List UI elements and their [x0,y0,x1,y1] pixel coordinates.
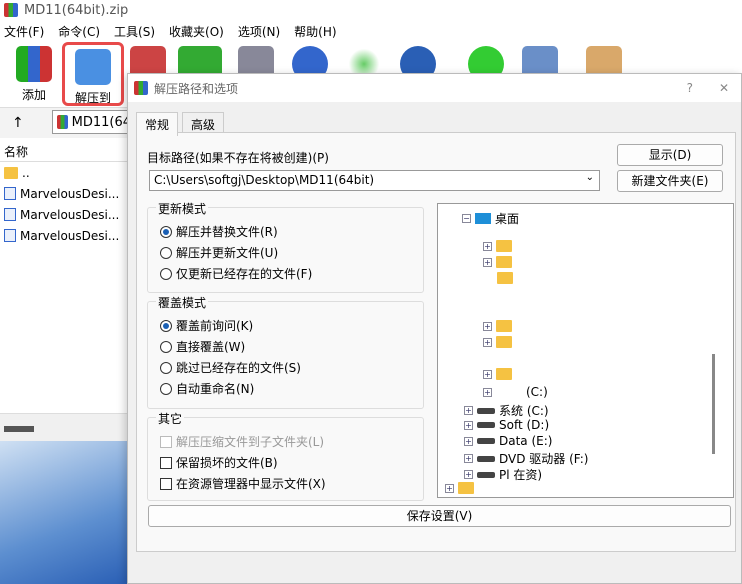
misc-group: 其它 解压压缩文件到子文件夹(L) 保留损坏的文件(B) 在资源管理器中显示文件… [147,410,424,501]
tab-advanced[interactable]: 高级 [182,112,225,134]
path-value: C:\Users\softgj\Desktop\MD11(64bit) [154,173,375,187]
tree-node-desktop[interactable]: − 桌面 [462,210,519,227]
status-bar [0,413,128,441]
drive-icon [477,438,495,444]
tree-folder-root[interactable]: + [445,482,474,494]
dialog-title-bar: 解压路径和选项 ? ✕ [128,74,741,102]
tree-node-partial[interactable]: + (C:) [483,385,548,399]
menu-tools[interactable]: 工具(S) [114,23,155,40]
close-button[interactable]: ✕ [719,81,729,95]
menu-bar: 文件(F) 命令(C) 工具(S) 收藏夹(O) 选项(N) 帮助(H) [0,20,742,42]
overwrite-mode-label: 覆盖模式 [156,294,209,311]
menu-help[interactable]: 帮助(H) [294,23,336,40]
show-button[interactable]: 显示(D) [617,144,723,166]
tree-drive-c[interactable]: + 系统 (C:) [464,402,549,419]
radio-skip[interactable]: 跳过已经存在的文件(S) [160,359,301,376]
radio-rename[interactable]: 自动重命名(N) [160,380,254,397]
item-name: MarvelousDesi... [20,228,120,243]
folder-icon [75,49,111,85]
tree-folder[interactable]: + [483,368,512,380]
address-field[interactable]: MD11(64 [52,110,132,134]
list-item[interactable]: MarvelousDesi... [0,225,128,246]
archive-icon [57,115,68,129]
list-item[interactable]: MarvelousDesi... [0,204,128,225]
overwrite-mode-group: 覆盖模式 覆盖前询问(K) 直接覆盖(W) 跳过已经存在的文件(S) 自动重命名… [147,294,424,409]
menu-command[interactable]: 命令(C) [58,23,100,40]
address-path: MD11(64 [71,114,131,130]
title-bar: MD11(64bit).zip [0,0,742,20]
dialog-title: 解压路径和选项 [154,81,239,96]
file-icon [4,208,16,221]
folder-icon [496,256,512,268]
folder-icon [496,336,512,348]
file-icon [4,187,16,200]
path-input[interactable]: C:\Users\softgj\Desktop\MD11(64bit) ⌄ [149,170,600,191]
chevron-down-icon[interactable]: ⌄ [586,172,594,183]
checkbox-subfolder[interactable]: 解压压缩文件到子文件夹(L) [160,433,324,450]
folder-icon [458,482,474,494]
tree-folder[interactable]: + [483,256,512,268]
radio-fresh-only[interactable]: 仅更新已经存在的文件(F) [160,265,312,282]
drive-icon [477,471,495,478]
tab-general[interactable]: 常规 [136,112,179,136]
radio-overwrite[interactable]: 直接覆盖(W) [160,338,245,355]
folder-tree[interactable]: − 桌面 + + + + + + (C:) + 系统 (C:) + Soft (D:) … [437,203,734,498]
radio-update[interactable]: 解压并更新文件(U) [160,244,278,261]
list-item[interactable]: .. [0,162,128,183]
save-settings-button[interactable]: 保存设置(V) [148,505,731,527]
extract-to-button[interactable]: 解压到 [62,42,124,106]
extract-dialog: 解压路径和选项 ? ✕ 常规 高级 目标路径(如果不存在将被创建)(P) C:\… [127,73,742,584]
item-name: MarvelousDesi... [20,186,120,201]
add-label: 添加 [21,88,46,102]
menu-file[interactable]: 文件(F) [4,23,44,40]
path-label: 目标路径(如果不存在将被创建)(P) [147,151,329,165]
desktop-wallpaper [0,441,128,584]
misc-label: 其它 [156,410,185,427]
checkbox-show-explorer[interactable]: 在资源管理器中显示文件(X) [160,475,326,492]
tree-folder[interactable]: + [483,320,512,332]
tree-drive-f[interactable]: + DVD 驱动器 (F:) [464,450,589,467]
desktop-icon [475,213,491,224]
tree-drive-d[interactable]: + Soft (D:) [464,418,549,432]
menu-options[interactable]: 选项(N) [238,23,280,40]
tree-folder[interactable]: + [483,240,512,252]
column-name-header[interactable]: 名称 [0,138,128,162]
window-title: MD11(64bit).zip [24,2,129,18]
winrar-logo-icon [4,3,18,17]
drive-icon [477,407,495,414]
tree-drive-other[interactable]: + Pl 在资) [464,466,542,483]
list-item[interactable]: MarvelousDesi... [0,183,128,204]
folder-icon [496,240,512,252]
tree-folder[interactable] [497,272,513,284]
add-archive-icon [16,46,52,82]
folder-icon [496,368,512,380]
menu-favorites[interactable]: 收藏夹(O) [169,23,224,40]
new-folder-button[interactable]: 新建文件夹(E) [617,170,723,192]
drive-icon [477,422,495,428]
general-panel: 目标路径(如果不存在将被创建)(P) C:\Users\softgj\Deskt… [136,132,736,552]
extract-to-label: 解压到 [74,91,111,105]
tree-folder[interactable]: + [483,336,512,348]
update-mode-group: 更新模式 解压并替换文件(R) 解压并更新文件(U) 仅更新已经存在的文件(F) [147,200,424,293]
folder-icon [497,272,513,284]
dvd-drive-icon [477,455,495,462]
drive-key-icon [4,426,34,432]
folder-up-icon [4,166,18,179]
radio-replace[interactable]: 解压并替换文件(R) [160,223,278,240]
checkbox-keep-broken[interactable]: 保留损坏的文件(B) [160,454,278,471]
file-icon [4,229,16,242]
folder-icon [496,320,512,332]
add-button[interactable]: 添加 [10,46,58,102]
up-arrow-icon[interactable]: ↑ [12,115,24,131]
winrar-logo-icon [134,81,148,95]
item-name: MarvelousDesi... [20,207,120,222]
tree-scrollbar[interactable] [712,354,715,454]
radio-ask[interactable]: 覆盖前询问(K) [160,317,253,334]
item-name: .. [22,165,30,180]
help-button[interactable]: ? [687,81,693,95]
update-mode-label: 更新模式 [156,200,209,217]
file-list: 名称 .. MarvelousDesi... MarvelousDesi... … [0,138,128,413]
tree-drive-e[interactable]: + Data (E:) [464,434,552,448]
